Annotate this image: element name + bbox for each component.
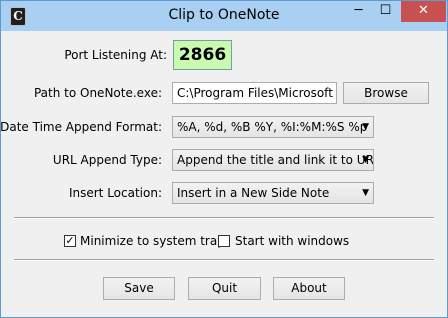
quit-button[interactable]: Quit — [188, 277, 261, 300]
close-button[interactable]: ✕ — [401, 1, 446, 22]
chevron-down-icon: ▼ — [362, 122, 369, 132]
app-window: C Clip to OneNote ─ ☐ ✕ Port Listening A… — [0, 0, 448, 318]
title-bar[interactable]: C Clip to OneNote ─ ☐ ✕ — [1, 1, 447, 31]
minimize-tray-label[interactable]: Minimize to system tray — [80, 234, 224, 248]
path-label: Path to OneNote.exe: — [33, 86, 162, 100]
insert-location-label: Insert Location: — [68, 186, 162, 200]
port-value: 2866 — [173, 40, 232, 70]
settings-panel: Port Listening At: 2866 Path to OneNote.… — [0, 31, 440, 310]
datetime-format-label: Date Time Append Format: — [0, 120, 162, 134]
divider — [14, 217, 434, 219]
start-windows-label[interactable]: Start with windows — [235, 234, 349, 248]
minimize-button[interactable]: ─ — [345, 1, 372, 22]
about-button[interactable]: About — [273, 277, 345, 300]
datetime-format-dropdown[interactable]: %A, %d, %B %Y, %I:%M:%S %p ▼ — [172, 116, 374, 138]
chevron-down-icon: ▼ — [362, 155, 369, 165]
url-append-label: URL Append Type: — [52, 153, 162, 167]
datetime-format-value: %A, %d, %B %Y, %I:%M:%S %p — [177, 120, 368, 134]
url-append-dropdown[interactable]: Append the title and link it to URL ▼ — [172, 149, 374, 171]
maximize-button[interactable]: ☐ — [372, 1, 399, 22]
chevron-down-icon: ▼ — [362, 188, 369, 198]
url-append-value: Append the title and link it to URL — [177, 153, 374, 167]
insert-location-value: Insert in a New Side Note — [177, 186, 330, 200]
divider — [14, 259, 434, 261]
port-label: Port Listening At: — [64, 48, 167, 62]
path-input[interactable]: C:\Program Files\Microsoft Office — [172, 82, 337, 104]
start-windows-checkbox[interactable] — [218, 235, 230, 247]
minimize-tray-checkbox[interactable]: ✓ — [64, 235, 76, 247]
checkmark-icon: ✓ — [65, 234, 75, 247]
save-button[interactable]: Save — [103, 277, 175, 300]
insert-location-dropdown[interactable]: Insert in a New Side Note ▼ — [172, 182, 374, 204]
browse-button[interactable]: Browse — [343, 82, 429, 104]
